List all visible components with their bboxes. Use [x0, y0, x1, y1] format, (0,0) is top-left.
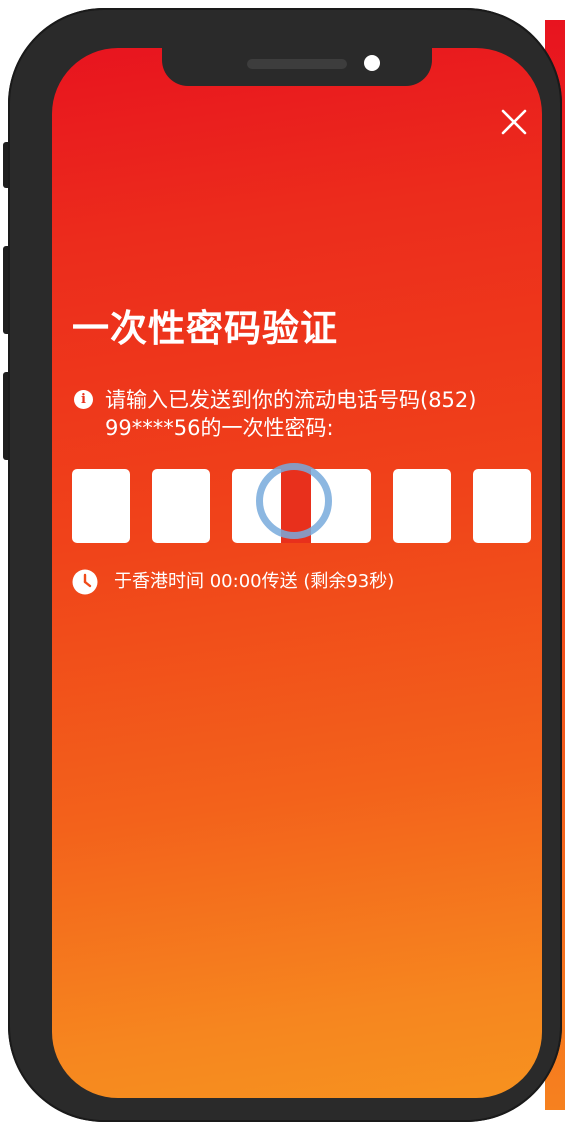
phone-frame: 一次性密码验证 i 请输入已发送到你的流动电话号码(852) 99****56的… — [8, 8, 562, 1122]
otp-sent-time: 于香港时间 00:00传送 (剩余93秒) — [114, 571, 395, 592]
speaker-grille — [247, 59, 347, 69]
close-button[interactable] — [498, 106, 530, 138]
otp-digit-1[interactable] — [72, 469, 130, 543]
otp-sent-status: 于香港时间 00:00传送 (剩余93秒) — [72, 567, 394, 597]
otp-instructions: i 请输入已发送到你的流动电话号码(852) 99****56的一次性密码: — [72, 386, 532, 442]
info-icon: i — [74, 390, 93, 409]
stage: 一次性密码验证 i 请输入已发送到你的流动电话号码(852) 99****56的… — [0, 0, 565, 1122]
front-camera — [364, 55, 380, 71]
page-title: 一次性密码验证 — [72, 307, 338, 350]
otp-digit-6[interactable] — [473, 469, 531, 543]
otp-cursor — [281, 469, 311, 543]
otp-digit-2[interactable] — [152, 469, 210, 543]
phone-screen: 一次性密码验证 i 请输入已发送到你的流动电话号码(852) 99****56的… — [52, 48, 542, 1098]
instruction-line-1: 请输入已发送到你的流动电话号码(852) — [105, 388, 477, 412]
instruction-text: 请输入已发送到你的流动电话号码(852) 99****56的一次性密码: — [105, 386, 532, 442]
otp-input-row — [72, 469, 532, 544]
close-icon — [501, 109, 527, 135]
otp-digit-4[interactable] — [312, 469, 370, 543]
instruction-line-2: 99****56的一次性密码: — [105, 416, 334, 440]
clock-icon — [72, 569, 98, 595]
phone-notch — [162, 48, 432, 86]
otp-digit-5[interactable] — [393, 469, 451, 543]
